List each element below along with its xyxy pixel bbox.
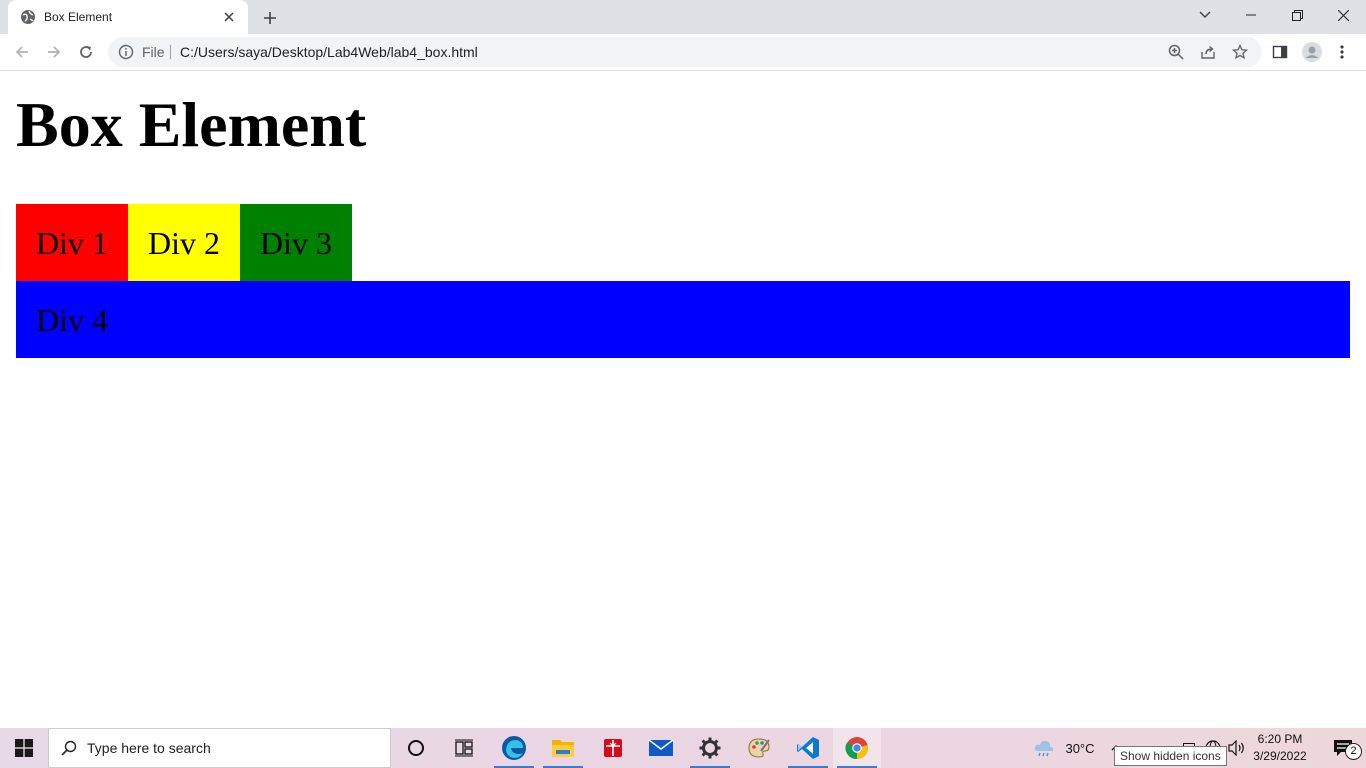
volume-icon[interactable]	[1226, 728, 1248, 768]
close-window-button[interactable]	[1320, 0, 1366, 30]
search-icon	[61, 740, 77, 756]
page-heading: Box Element	[16, 89, 367, 160]
box-label: Div 4	[36, 301, 108, 338]
bookmark-star-icon[interactable]	[1230, 42, 1250, 62]
browser-tab[interactable]: Box Element	[8, 0, 248, 34]
browser-toolbar: File C:/Users/saya/Desktop/Lab4Web/lab4_…	[0, 34, 1366, 71]
cortana-icon	[408, 740, 424, 756]
taskbar-app-mail[interactable]	[637, 728, 685, 768]
page-viewport: Box Element Div 1 Div 2 Div 3 Div 4	[0, 71, 1366, 728]
clock-time: 6:20 PM	[1257, 732, 1303, 746]
zoom-icon[interactable]	[1166, 42, 1186, 62]
close-tab-icon[interactable]	[220, 8, 238, 26]
weather-icon[interactable]	[1030, 728, 1058, 768]
address-bar[interactable]: File C:/Users/saya/Desktop/Lab4Web/lab4_…	[108, 37, 1262, 67]
taskbar-search-box[interactable]: Type here to search	[48, 728, 391, 768]
search-placeholder: Type here to search	[87, 740, 211, 756]
share-icon[interactable]	[1198, 42, 1218, 62]
restore-button[interactable]	[1274, 0, 1320, 30]
reload-button[interactable]	[74, 40, 98, 64]
box-label: Div 3	[260, 224, 332, 261]
start-button[interactable]	[0, 728, 48, 768]
notification-count-badge: 2	[1345, 743, 1362, 760]
mail-icon	[648, 739, 674, 756]
taskbar-app-settings[interactable]	[686, 728, 734, 768]
taskbar-app-edge[interactable]	[490, 728, 538, 768]
side-panel-icon[interactable]	[1268, 40, 1292, 64]
taskbar-clock[interactable]: 6:20 PM 3/29/2022	[1246, 731, 1314, 765]
box-div-1: Div 1	[16, 204, 128, 281]
windows-logo-icon	[15, 739, 33, 757]
taskbar-app-file-explorer[interactable]	[539, 728, 587, 768]
box-div-3: Div 3	[240, 204, 352, 281]
minimize-button[interactable]	[1228, 0, 1274, 30]
tab-search-button[interactable]	[1182, 0, 1228, 30]
taskbar-app-chrome[interactable]	[833, 728, 881, 768]
box-div-2: Div 2	[128, 204, 240, 281]
gift-icon	[604, 739, 622, 757]
back-button[interactable]	[10, 40, 34, 64]
taskbar-app-vscode[interactable]	[784, 728, 832, 768]
palette-icon	[748, 738, 770, 758]
vscode-icon	[797, 737, 819, 759]
box-label: Div 2	[148, 224, 220, 261]
cortana-button[interactable]	[392, 728, 440, 768]
gear-icon	[699, 737, 721, 759]
profile-avatar[interactable]	[1300, 40, 1324, 64]
taskbar-app-gift[interactable]	[589, 728, 637, 768]
tab-title: Box Element	[44, 10, 113, 24]
action-center-button[interactable]: 2	[1320, 728, 1366, 768]
box-div-4: Div 4	[16, 281, 1350, 358]
forward-button[interactable]	[42, 40, 66, 64]
info-icon[interactable]	[118, 44, 134, 60]
tab-strip: Box Element	[0, 0, 1366, 34]
taskbar-app-paint[interactable]	[735, 728, 783, 768]
box-label: Div 1	[36, 224, 108, 261]
tooltip-show-hidden-icons: Show hidden icons	[1114, 746, 1227, 766]
folder-icon	[552, 740, 574, 757]
task-view-button[interactable]	[440, 728, 488, 768]
globe-icon	[20, 9, 36, 25]
url-text[interactable]: C:/Users/saya/Desktop/Lab4Web/lab4_box.h…	[180, 44, 478, 60]
divider	[170, 45, 171, 59]
weather-temperature[interactable]: 30°C	[1060, 728, 1100, 768]
menu-kebab-icon[interactable]	[1330, 40, 1354, 64]
scheme-chip: File	[142, 44, 165, 60]
chrome-icon	[845, 737, 868, 760]
clock-date: 3/29/2022	[1253, 749, 1307, 763]
new-tab-button[interactable]	[258, 6, 282, 30]
task-view-icon	[455, 739, 473, 757]
edge-icon	[502, 736, 526, 760]
